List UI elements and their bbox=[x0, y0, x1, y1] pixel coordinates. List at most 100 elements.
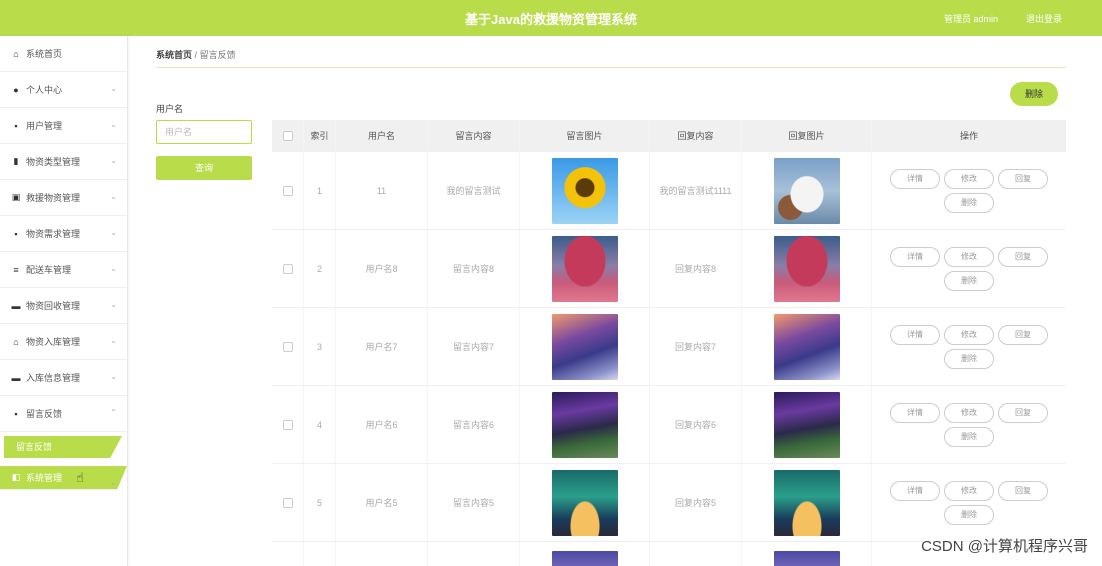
delete-button[interactable]: 删除 bbox=[944, 192, 994, 213]
row-reply: 回复内容5 bbox=[650, 464, 742, 541]
edit-button[interactable]: 修改 bbox=[944, 402, 994, 423]
snow-sunset-thumbnail[interactable] bbox=[773, 313, 840, 380]
row-checkbox-cell bbox=[272, 308, 304, 385]
sidebar-item-system[interactable]: ◧ 系统管理 ☝ ⌄ bbox=[0, 466, 127, 490]
row-index: 1 bbox=[304, 152, 336, 229]
mask-thumbnail[interactable] bbox=[773, 157, 840, 224]
row-reply: 回复内容7 bbox=[650, 308, 742, 385]
chevron-down-icon: ⌄ bbox=[110, 336, 117, 345]
row-checkbox[interactable] bbox=[282, 419, 293, 430]
feedback-table: 索引 用户名 留言内容 留言图片 回复内容 回复图片 操作 1 11 我的留言测… bbox=[272, 120, 1066, 566]
sidebar-item-users[interactable]: ▪ 用户管理 ⌄ bbox=[0, 108, 127, 144]
delete-button[interactable]: 删除 bbox=[944, 270, 994, 291]
sidebar-item-recycle[interactable]: ▬ 物资回收管理 ⌄ bbox=[0, 288, 127, 324]
table-row: 1 11 我的留言测试 我的留言测试1111 详情 修改 回复 删除 bbox=[272, 152, 1066, 230]
reply-button[interactable]: 回复 bbox=[998, 402, 1048, 423]
row-checkbox[interactable] bbox=[282, 497, 293, 508]
detail-button[interactable]: 详情 bbox=[890, 402, 940, 423]
admin-label[interactable]: 管理员 admin bbox=[944, 12, 998, 25]
reply-button[interactable]: 回复 bbox=[998, 168, 1048, 189]
header-checkbox-cell bbox=[272, 120, 304, 151]
cliff-night-thumbnail[interactable] bbox=[551, 391, 618, 458]
sidebar-item-delivery[interactable]: ≡ 配送车管理 ⌄ bbox=[0, 252, 127, 288]
row-reply: 回复内容6 bbox=[650, 386, 742, 463]
row-actions: 详情 修改 回复 删除 bbox=[872, 464, 1066, 541]
row-message-image-cell bbox=[520, 386, 650, 463]
chevron-up-icon: ⌃ bbox=[110, 408, 117, 417]
row-message-image-cell bbox=[520, 464, 650, 541]
aurora-tent-thumbnail[interactable] bbox=[773, 469, 840, 536]
box-icon: ▣ bbox=[11, 192, 21, 202]
aurora-tent-thumbnail[interactable] bbox=[551, 469, 618, 536]
pink-tree-thumbnail[interactable] bbox=[551, 235, 618, 302]
chevron-down-icon: ⌄ bbox=[110, 300, 117, 309]
sidebar-item-label: 入库信息管理 bbox=[26, 373, 81, 383]
reply-button[interactable]: 回复 bbox=[998, 324, 1048, 345]
row-message-image-cell bbox=[520, 308, 650, 385]
row-username: 用户名6 bbox=[336, 386, 428, 463]
delete-button[interactable]: 删除 bbox=[944, 348, 994, 369]
reply-button[interactable]: 回复 bbox=[998, 480, 1048, 501]
search-label: 用户名 bbox=[156, 104, 184, 114]
search-button[interactable]: 查询 bbox=[156, 156, 252, 180]
row-message-cell bbox=[428, 542, 520, 566]
edit-button[interactable]: 修改 bbox=[944, 324, 994, 345]
person-icon: ● bbox=[13, 84, 19, 95]
row-checkbox[interactable] bbox=[282, 185, 293, 196]
sidebar-item-stock-in[interactable]: ⌂ 物资入库管理 ⌄ bbox=[0, 324, 127, 360]
chevron-down-icon: ⌄ bbox=[110, 372, 117, 381]
sidebar-item-rescue-materials[interactable]: ▣ 救援物资管理 ⌄ bbox=[0, 180, 127, 216]
breadcrumb-home[interactable]: 系统首页 bbox=[156, 50, 192, 60]
sidebar-item-material-types[interactable]: ▮ 物资类型管理 ⌄ bbox=[0, 144, 127, 180]
cliff-night-thumbnail[interactable] bbox=[773, 391, 840, 458]
row-username: 用户名8 bbox=[336, 230, 428, 307]
detail-button[interactable]: 详情 bbox=[890, 168, 940, 189]
row-message-image-cell bbox=[520, 542, 650, 566]
table-row: 4 用户名6 留言内容6 回复内容6 详情 修改 回复 删除 bbox=[272, 386, 1066, 464]
detail-button[interactable]: 详情 bbox=[890, 246, 940, 267]
sidebar-item-demand[interactable]: ▪ 物资需求管理 ⌄ bbox=[0, 216, 127, 252]
header-reply-image: 回复图片 bbox=[742, 120, 872, 151]
sidebar-item-stock-info[interactable]: ▬ 入库信息管理 ⌄ bbox=[0, 360, 127, 396]
row-reply: 回复内容8 bbox=[650, 230, 742, 307]
detail-button[interactable]: 详情 bbox=[890, 324, 940, 345]
sidebar-item-label: 留言反馈 bbox=[26, 409, 63, 419]
pink-tree-thumbnail[interactable] bbox=[773, 235, 840, 302]
sunflower-thumbnail[interactable] bbox=[551, 157, 618, 224]
submenu-item-feedback[interactable]: 留言反馈 bbox=[4, 436, 122, 458]
row-message: 留言内容6 bbox=[428, 386, 520, 463]
delete-button[interactable]: 删除 bbox=[944, 504, 994, 525]
select-all-checkbox[interactable] bbox=[282, 130, 293, 141]
feedback-submenu: 留言反馈 bbox=[0, 432, 127, 464]
row-index: 4 bbox=[304, 386, 336, 463]
sidebar-item-feedback[interactable]: ▪ 留言反馈 ⌃ bbox=[0, 396, 127, 432]
edit-button[interactable]: 修改 bbox=[944, 480, 994, 501]
table-header: 索引 用户名 留言内容 留言图片 回复内容 回复图片 操作 bbox=[272, 120, 1066, 152]
table-row: 3 用户名7 留言内容7 回复内容7 详情 修改 回复 删除 bbox=[272, 308, 1066, 386]
username-search-input[interactable]: 用户名 bbox=[156, 120, 252, 144]
partial-thumbnail[interactable] bbox=[551, 551, 618, 566]
edit-button[interactable]: 修改 bbox=[944, 168, 994, 189]
chevron-down-icon: ⌄ bbox=[110, 120, 117, 129]
chevron-down-icon: ⌄ bbox=[110, 478, 117, 487]
sidebar-item-profile[interactable]: ● 个人中心 ⌄ bbox=[0, 72, 127, 108]
row-checkbox-cell bbox=[272, 152, 304, 229]
table-row: 2 用户名8 留言内容8 回复内容8 详情 修改 回复 删除 bbox=[272, 230, 1066, 308]
detail-button[interactable]: 详情 bbox=[890, 480, 940, 501]
delete-button[interactable]: 删除 bbox=[944, 426, 994, 447]
reply-button[interactable]: 回复 bbox=[998, 246, 1048, 267]
row-checkbox[interactable] bbox=[282, 263, 293, 274]
partial-thumbnail[interactable] bbox=[773, 551, 840, 566]
row-message: 留言内容8 bbox=[428, 230, 520, 307]
header-reply: 回复内容 bbox=[650, 120, 742, 151]
hand-cursor-icon: ☝ bbox=[76, 470, 84, 485]
sidebar-item-label: 物资回收管理 bbox=[26, 301, 81, 311]
row-checkbox[interactable] bbox=[282, 341, 293, 352]
bulk-delete-button[interactable]: 删除 bbox=[1010, 82, 1058, 106]
sidebar-item-home[interactable]: ⌂ 系统首页 bbox=[0, 36, 127, 72]
logout-link[interactable]: 退出登录 bbox=[1026, 12, 1062, 25]
edit-button[interactable]: 修改 bbox=[944, 246, 994, 267]
row-username-cell bbox=[336, 542, 428, 566]
snow-sunset-thumbnail[interactable] bbox=[551, 313, 618, 380]
row-username: 用户名7 bbox=[336, 308, 428, 385]
